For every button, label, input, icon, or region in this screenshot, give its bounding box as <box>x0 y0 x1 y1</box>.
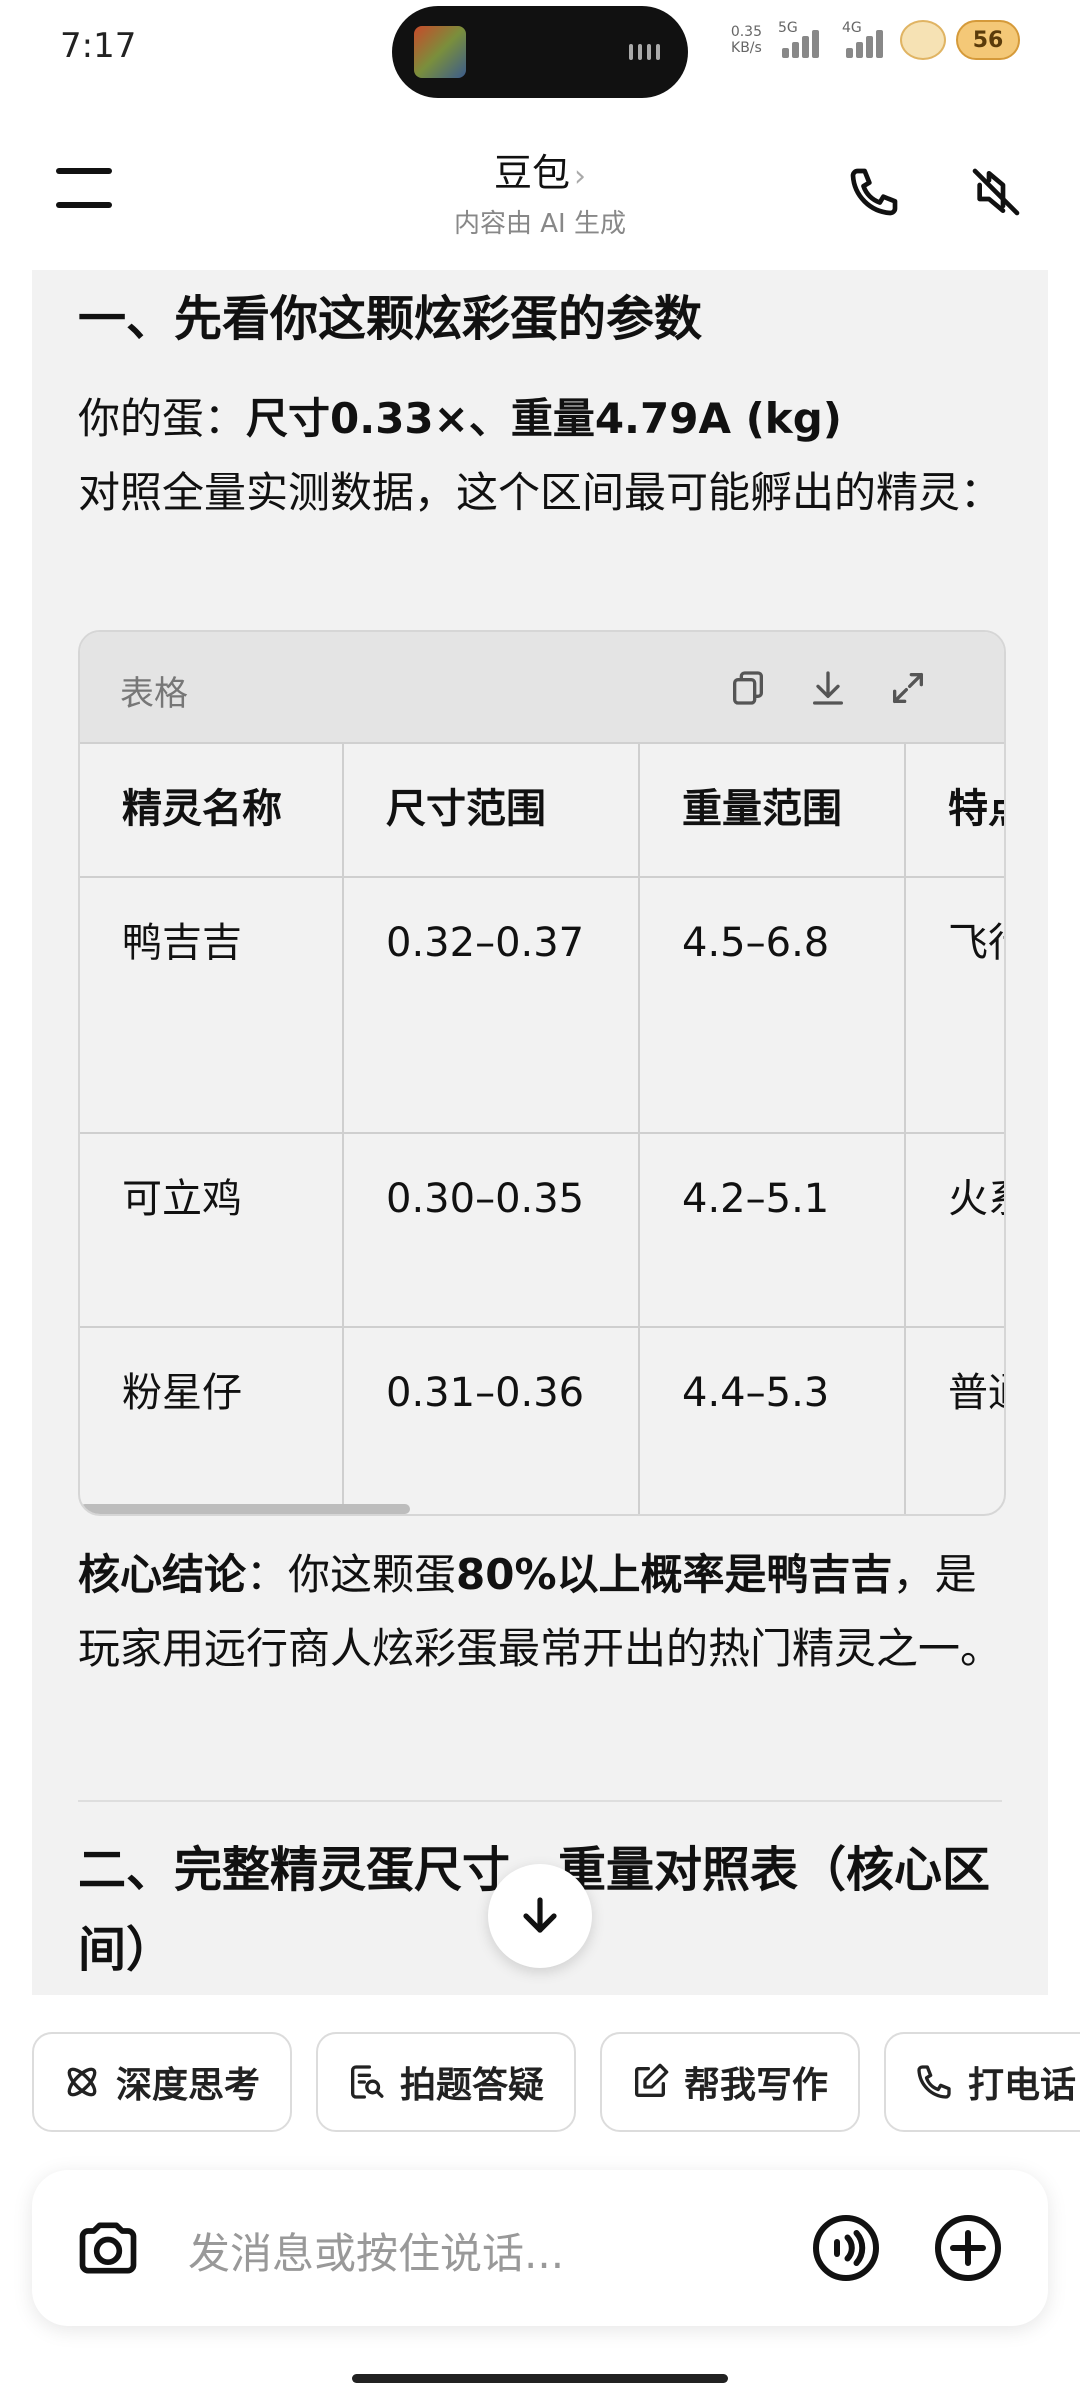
section-divider <box>78 1800 1002 1802</box>
net-speed-value: 0.35 <box>730 24 762 40</box>
egg-params-prefix: 你的蛋： <box>78 394 247 443</box>
camera-button[interactable] <box>70 2210 146 2286</box>
download-icon[interactable] <box>800 660 856 716</box>
message-input-bar: 发消息或按住说话... <box>32 2170 1048 2326</box>
mascot-icon <box>900 20 946 60</box>
signal-5g-label: 5G <box>778 20 798 36</box>
phone-icon <box>917 2065 951 2099</box>
table-header-row: 精灵名称 尺寸范围 重量范围 特点 <box>80 744 1004 878</box>
table-row: 可立鸡 0.30–0.35 4.2–5.1 火系尺寸重 <box>80 1134 1004 1328</box>
egg-params-intro: 对照全量实测数据，这个区间最可能孵出的精灵： <box>78 468 1003 517</box>
menu-icon[interactable] <box>56 168 112 208</box>
camera-icon <box>79 2222 137 2274</box>
dynamic-island[interactable] <box>392 6 688 98</box>
status-time: 7:17 <box>60 26 137 66</box>
table-row: 鸭吉吉 0.32–0.37 4.5–6.8 飞行远行出没 <box>80 878 1004 1134</box>
table-header-cell: 尺寸范围 <box>344 744 640 876</box>
edit-icon <box>635 2063 669 2097</box>
net-speed: 0.35 KB/s <box>731 24 762 56</box>
chat-title-area[interactable]: 豆包 › 内容由 AI 生成 <box>340 142 740 240</box>
media-thumbnail <box>414 26 466 78</box>
add-button[interactable] <box>930 2210 1006 2286</box>
expand-icon[interactable] <box>880 660 936 716</box>
chip-help-write[interactable]: 帮我写作 <box>600 2032 861 2132</box>
net-speed-unit: KB/s <box>731 40 762 56</box>
chat-title-text: 豆包 <box>493 151 570 195</box>
voice-wave-icon <box>813 2215 879 2281</box>
battery-badge: 56 <box>956 20 1020 60</box>
signal-4g-icon: 4G <box>836 20 890 60</box>
quick-actions: 深度思考 拍题答疑 帮我写作 打电话 <box>32 2032 1080 2136</box>
table-cell: 0.31–0.36 <box>344 1328 640 1514</box>
signal-4g-label: 4G <box>842 20 862 36</box>
copy-icon[interactable] <box>720 660 776 716</box>
core-conclusion: 核心结论：你这颗蛋80%以上概率是鸭吉吉，是玩家用远行商人炫彩蛋最常开出的热门精… <box>78 1538 1008 1686</box>
chip-label: 深度思考 <box>116 2065 261 2106</box>
table-cell: 0.30–0.35 <box>344 1134 640 1326</box>
table-grid: 精灵名称 尺寸范围 重量范围 特点 鸭吉吉 0.32–0.37 4.5–6.8 … <box>80 744 1004 1514</box>
plus-circle-icon <box>935 2215 1001 2281</box>
table-cell: 鸭吉吉 <box>80 878 344 1132</box>
conclusion-text: ：你这颗蛋 <box>246 1550 457 1599</box>
table-cell: 火系尺寸重 <box>948 1176 1004 1222</box>
table-cell: 粉星仔 <box>80 1328 344 1514</box>
voice-call-button[interactable] <box>808 2210 884 2286</box>
table-header-cell: 精灵名称 <box>80 744 344 876</box>
table-toolbar: 表格 <box>80 632 1004 744</box>
signal-5g-icon: 5G <box>772 20 826 60</box>
atom-icon <box>67 2067 97 2097</box>
table-header-cell: 特点 <box>948 786 1004 832</box>
phone-call-button[interactable] <box>838 156 910 228</box>
data-table[interactable]: 表格 精灵名称 尺寸范围 重量范围 特点 鸭吉吉 0.32–0.37 4.5–6… <box>78 630 1006 1516</box>
chat-title[interactable]: 豆包 › <box>340 142 740 197</box>
table-scrollbar[interactable] <box>80 1504 410 1514</box>
message-card: 一、先看你这颗炫彩蛋的参数 你的蛋：尺寸0.33×、重量4.79A (kg) 对… <box>32 270 1048 1995</box>
chip-label: 拍题答疑 <box>400 2065 545 2106</box>
egg-params-values: 尺寸0.33×、重量4.79A (kg) <box>246 394 842 443</box>
table-cell: 4.4–5.3 <box>640 1328 906 1514</box>
chip-label: 打电话 <box>968 2065 1077 2106</box>
ai-disclaimer: 内容由 AI 生成 <box>454 209 626 239</box>
table-cell: 普通间相 <box>948 1370 1004 1416</box>
table-label: 表格 <box>120 674 188 714</box>
table-cell: 可立鸡 <box>80 1134 344 1326</box>
status-indicators: 0.35 KB/s 5G 4G 56 <box>731 20 1020 60</box>
chip-deep-thinking[interactable]: 深度思考 <box>32 2032 293 2132</box>
conclusion-highlight: 80%以上概率是鸭吉吉 <box>456 1550 893 1599</box>
table-header-cell: 重量范围 <box>640 744 906 876</box>
mute-button[interactable] <box>960 156 1032 228</box>
message-input[interactable]: 发消息或按住说话... <box>188 2220 564 2281</box>
speaker-muted-icon <box>972 168 1020 216</box>
photo-search-icon <box>351 2065 384 2099</box>
phone-icon <box>850 168 898 216</box>
section-heading-1: 一、先看你这颗炫彩蛋的参数 <box>78 291 703 347</box>
arrow-down-icon <box>523 1897 557 1933</box>
home-indicator[interactable] <box>352 2374 728 2383</box>
chip-label: 帮我写作 <box>684 2065 829 2106</box>
table-row: 粉星仔 0.31–0.36 4.4–5.3 普通间相 <box>80 1328 1004 1514</box>
chip-photo-question[interactable]: 拍题答疑 <box>316 2032 577 2132</box>
scroll-to-bottom-button[interactable] <box>488 1864 592 1968</box>
table-cell: 4.2–5.1 <box>640 1134 906 1326</box>
table-cell: 4.5–6.8 <box>640 878 906 1132</box>
conclusion-lead: 核心结论 <box>78 1550 247 1599</box>
audio-wave-icon <box>629 44 660 60</box>
message-text: 一、先看你这颗炫彩蛋的参数 你的蛋：尺寸0.33×、重量4.79A (kg) 对… <box>78 270 1002 530</box>
egg-params: 你的蛋：尺寸0.33×、重量4.79A (kg) 对照全量实测数据，这个区间最可… <box>78 382 1002 530</box>
chip-phone-call[interactable]: 打电话 <box>884 2032 1080 2132</box>
table-cell: 0.32–0.37 <box>344 878 640 1132</box>
chat-header: 豆包 › 内容由 AI 生成 <box>0 120 1080 270</box>
chevron-right-icon: › <box>574 159 586 194</box>
table-cell: 飞行远行出没 <box>948 920 1004 966</box>
